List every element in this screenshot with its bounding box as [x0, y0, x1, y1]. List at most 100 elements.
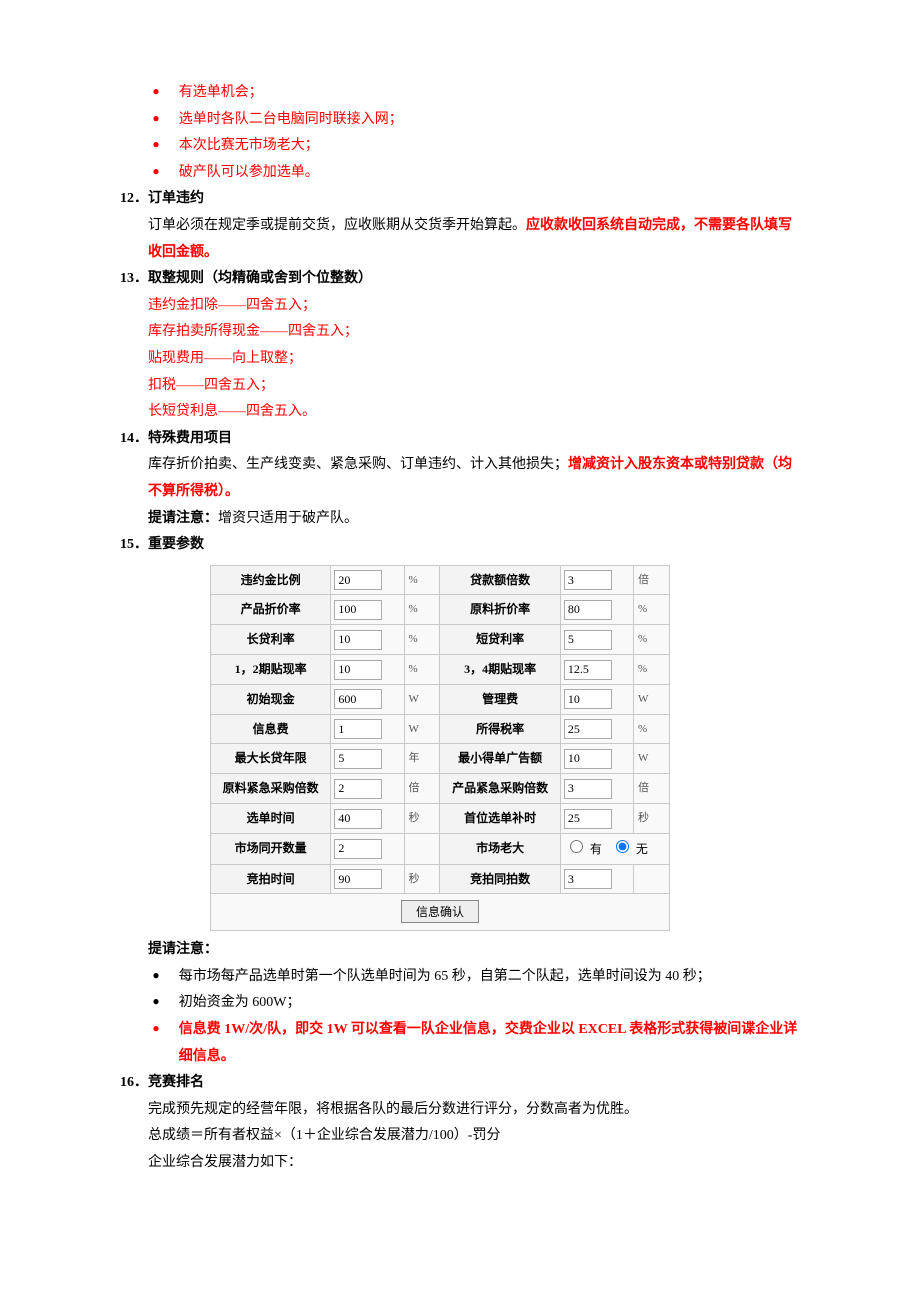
list-item: 本次比赛无市场老大； — [120, 133, 800, 160]
section-15-title: 15．重要参数 — [120, 532, 800, 559]
note-label: 提请注意： — [148, 511, 218, 526]
param-unit: W — [634, 684, 670, 714]
section-14-title: 14．特殊费用项目 — [120, 426, 800, 453]
param-label: 产品紧急采购倍数 — [440, 774, 560, 804]
param-input[interactable] — [564, 809, 612, 829]
param-unit — [404, 833, 440, 864]
param-label: 短贷利率 — [440, 625, 560, 655]
list-item: 违约金扣除——四舍五入； — [120, 293, 800, 320]
param-input[interactable] — [334, 660, 382, 680]
param-input[interactable] — [564, 570, 612, 590]
param-unit: 倍 — [634, 565, 670, 595]
param-label: 竞拍同拍数 — [440, 864, 560, 894]
param-input[interactable] — [564, 689, 612, 709]
param-input[interactable] — [334, 570, 382, 590]
list-item: 破产队可以参加选单。 — [120, 160, 800, 187]
param-unit: % — [634, 595, 670, 625]
confirm-button[interactable]: 信息确认 — [401, 900, 479, 923]
text-line: 完成预先规定的经营年限，将根据各队的最后分数进行评分，分数高者为优胜。 — [120, 1097, 800, 1124]
param-input[interactable] — [334, 809, 382, 829]
param-label: 3，4期贴现率 — [440, 655, 560, 685]
param-unit: 倍 — [404, 774, 440, 804]
list-item: 有选单机会； — [120, 80, 800, 107]
param-unit: 秒 — [404, 864, 440, 894]
table-row: 1，2期贴现率 % 3，4期贴现率 % — [211, 655, 670, 685]
table-row: 市场同开数量 市场老大 有 无 — [211, 833, 670, 864]
params-table: 违约金比例 % 贷款额倍数 倍 产品折价率 % 原料折价率 % 长贷利率 % 短… — [210, 565, 670, 932]
radio-has-boss[interactable] — [570, 840, 583, 853]
list-item: 长短贷利息——四舍五入。 — [120, 399, 800, 426]
list-item: 扣税——四舍五入； — [120, 373, 800, 400]
text-line: 总成绩＝所有者权益×（1＋企业综合发展潜力/100）-罚分 — [120, 1123, 800, 1150]
table-row: 产品折价率 % 原料折价率 % — [211, 595, 670, 625]
param-input[interactable] — [564, 749, 612, 769]
list-item: 每市场每产品选单时第一个队选单时间为 65 秒，自第二个队起，选单时间设为 40… — [120, 964, 800, 991]
param-unit: W — [404, 714, 440, 744]
section-16-title: 16．竞赛排名 — [120, 1070, 800, 1097]
param-unit: % — [634, 714, 670, 744]
param-input[interactable] — [564, 660, 612, 680]
confirm-row: 信息确认 — [211, 894, 670, 931]
table-row: 最大长贷年限 年 最小得单广告额 W — [211, 744, 670, 774]
param-unit: 年 — [404, 744, 440, 774]
section-12-title: 12．订单违约 — [120, 186, 800, 213]
param-unit: % — [404, 565, 440, 595]
param-input[interactable] — [334, 719, 382, 739]
param-label: 市场同开数量 — [211, 833, 331, 864]
param-label: 初始现金 — [211, 684, 331, 714]
param-input[interactable] — [334, 600, 382, 620]
param-input[interactable] — [334, 630, 382, 650]
section-15-note-label: 提请注意： — [120, 937, 800, 964]
list-item: 库存拍卖所得现金——四舍五入； — [120, 319, 800, 346]
param-input[interactable] — [564, 630, 612, 650]
radio-no-boss[interactable] — [616, 840, 629, 853]
param-input[interactable] — [564, 600, 612, 620]
market-boss-radio-group: 有 无 — [560, 833, 669, 864]
table-row: 违约金比例 % 贷款额倍数 倍 — [211, 565, 670, 595]
page: 有选单机会； 选单时各队二台电脑同时联接入网； 本次比赛无市场老大； 破产队可以… — [0, 0, 920, 1302]
param-label: 原料紧急采购倍数 — [211, 774, 331, 804]
section-14-body: 库存折价拍卖、生产线变卖、紧急采购、订单违约、计入其他损失；增减资计入股东资本或… — [120, 452, 800, 505]
param-unit: 秒 — [634, 804, 670, 834]
param-unit: % — [404, 595, 440, 625]
list-item: 贴现费用——向上取整； — [120, 346, 800, 373]
table-row: 初始现金 W 管理费 W — [211, 684, 670, 714]
param-label: 1，2期贴现率 — [211, 655, 331, 685]
param-input[interactable] — [334, 779, 382, 799]
param-unit: % — [404, 655, 440, 685]
radio-label-yes: 有 — [590, 842, 602, 856]
param-label: 贷款额倍数 — [440, 565, 560, 595]
param-input[interactable] — [334, 749, 382, 769]
table-row: 选单时间 秒 首位选单补时 秒 — [211, 804, 670, 834]
list-item: 信息费 1W/次/队，即交 1W 可以查看一队企业信息，交费企业以 EXCEL … — [120, 1017, 800, 1070]
param-unit — [634, 864, 670, 894]
table-row: 长贷利率 % 短贷利率 % — [211, 625, 670, 655]
param-label: 竞拍时间 — [211, 864, 331, 894]
param-unit: 秒 — [404, 804, 440, 834]
note-text: 增资只适用于破产队。 — [218, 511, 358, 526]
param-unit: W — [404, 684, 440, 714]
param-input[interactable] — [564, 869, 612, 889]
section-13-title: 13．取整规则（均精确或舍到个位整数） — [120, 266, 800, 293]
param-label: 产品折价率 — [211, 595, 331, 625]
param-label: 最小得单广告额 — [440, 744, 560, 774]
param-label: 所得税率 — [440, 714, 560, 744]
param-input[interactable] — [564, 719, 612, 739]
param-input[interactable] — [334, 839, 382, 859]
list-item: 初始资金为 600W； — [120, 990, 800, 1017]
param-unit: 倍 — [634, 774, 670, 804]
text: 库存折价拍卖、生产线变卖、紧急采购、订单违约、计入其他损失； — [148, 457, 568, 472]
param-unit: % — [404, 625, 440, 655]
param-label: 信息费 — [211, 714, 331, 744]
param-input[interactable] — [334, 689, 382, 709]
param-unit: % — [634, 625, 670, 655]
param-unit: % — [634, 655, 670, 685]
text-line: 企业综合发展潜力如下： — [120, 1150, 800, 1177]
table-row: 信息费 W 所得税率 % — [211, 714, 670, 744]
param-input[interactable] — [564, 779, 612, 799]
radio-label-no: 无 — [636, 842, 648, 856]
param-label: 长贷利率 — [211, 625, 331, 655]
param-input[interactable] — [334, 869, 382, 889]
section-12-body: 订单必须在规定季或提前交货，应收账期从交货季开始算起。应收款收回系统自动完成，不… — [120, 213, 800, 266]
param-label: 管理费 — [440, 684, 560, 714]
